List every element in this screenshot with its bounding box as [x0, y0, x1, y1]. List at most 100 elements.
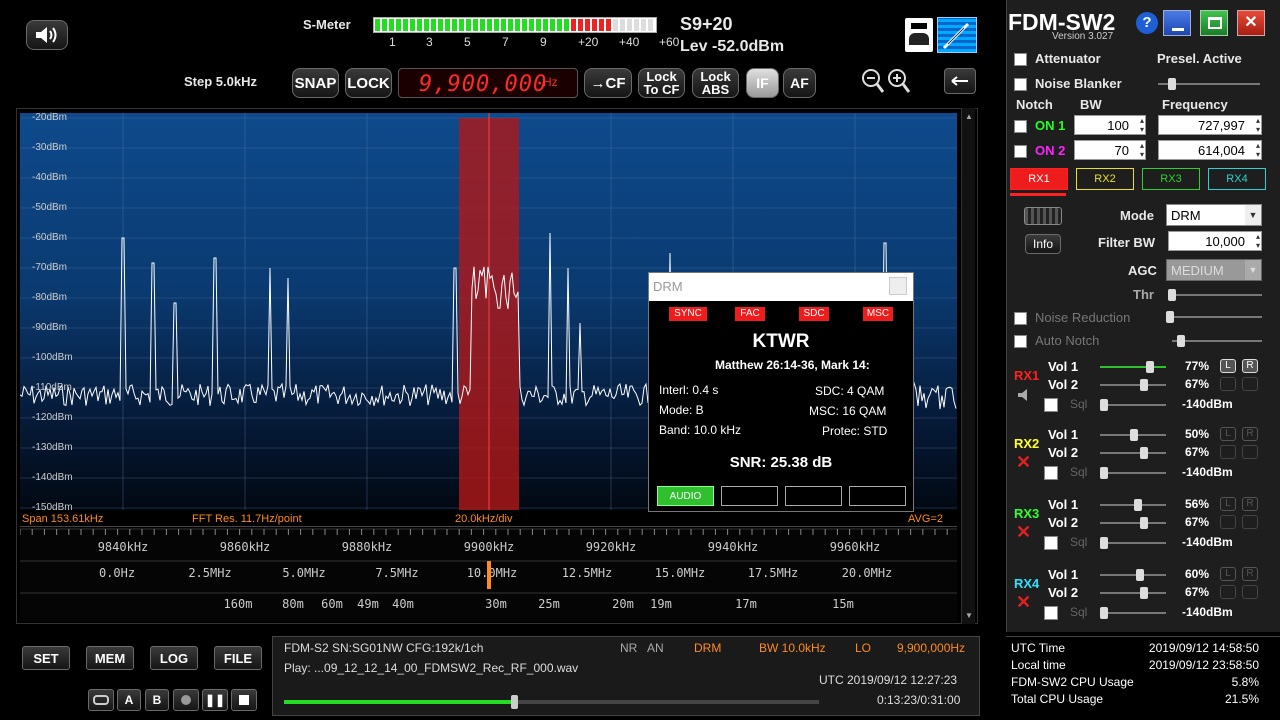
muted-icon[interactable]: ✕ [1016, 522, 1031, 543]
vol2-slider[interactable] [1100, 379, 1166, 391]
minimize-button[interactable] [1163, 10, 1191, 36]
noise-reduction-slider[interactable] [1166, 311, 1262, 323]
mem-button[interactable]: MEM [86, 646, 134, 670]
attenuator-checkbox[interactable] [1014, 53, 1027, 66]
file-button[interactable]: FILE [214, 646, 262, 670]
drm-service-2[interactable] [721, 486, 778, 506]
lock-abs-button[interactable]: Lock ABS [692, 68, 739, 98]
scale-scrollbar[interactable]: ▲ ▼ [961, 108, 975, 624]
pause-button[interactable]: ❚❚ [202, 689, 228, 711]
lock-to-cf-button[interactable]: Lock To CF [638, 68, 685, 98]
stop-button[interactable] [231, 689, 257, 711]
rx-tab-4[interactable]: RX4 [1208, 168, 1266, 190]
lock-button[interactable]: LOCK [345, 68, 392, 98]
muted-icon[interactable]: ✕ [1016, 592, 1031, 613]
thr-slider[interactable] [1168, 289, 1262, 301]
right-channel-2-button[interactable] [1242, 377, 1258, 391]
squelch-checkbox[interactable] [1044, 398, 1058, 412]
frequency-display[interactable]: 9,900,000 Hz [398, 68, 578, 98]
sql-slider[interactable] [1100, 399, 1166, 411]
left-channel-2-button[interactable] [1220, 585, 1236, 599]
drm-close-icon[interactable] [889, 277, 907, 295]
left-channel-button[interactable]: L [1220, 497, 1236, 511]
vol1-slider[interactable] [1100, 429, 1166, 441]
set-button[interactable]: SET [22, 646, 70, 670]
drm-titlebar[interactable]: DRM [649, 273, 913, 301]
log-button[interactable]: LOG [150, 646, 198, 670]
filter-bw-input[interactable]: 10,000 [1168, 231, 1262, 251]
sql-slider[interactable] [1100, 537, 1166, 549]
agc-select[interactable]: MEDIUM ▼ [1166, 259, 1262, 281]
sql-slider[interactable] [1100, 467, 1166, 479]
right-channel-button[interactable]: R [1242, 567, 1258, 581]
info-button[interactable]: Info [1025, 234, 1061, 254]
left-channel-2-button[interactable] [1220, 445, 1236, 459]
drm-audio-button[interactable]: AUDIO [657, 486, 714, 506]
arrow-left-button[interactable] [944, 68, 976, 94]
play-progress-thumb[interactable] [511, 695, 519, 709]
notch1-frequency[interactable]: 727,997 [1158, 115, 1262, 135]
notch1-bw[interactable]: 100 [1074, 115, 1146, 135]
speaker-button[interactable] [26, 20, 68, 50]
left-channel-button[interactable]: L [1220, 359, 1236, 373]
play-progress-track[interactable] [284, 695, 819, 709]
af-button[interactable]: AF [783, 68, 816, 98]
rx-tab-3[interactable]: RX3 [1142, 168, 1200, 190]
tuning-marker[interactable] [487, 561, 491, 589]
right-channel-button[interactable]: R [1242, 427, 1258, 441]
rx-tab-1[interactable]: RX1 [1010, 168, 1068, 190]
noise-reduction-checkbox[interactable] [1014, 312, 1027, 325]
speaker-icon[interactable] [1017, 388, 1031, 407]
left-channel-2-button[interactable] [1220, 377, 1236, 391]
loop-button[interactable] [88, 689, 114, 711]
notepad-icon[interactable] [905, 18, 933, 52]
right-channel-button[interactable]: R [1242, 359, 1258, 373]
notch2-checkbox[interactable] [1014, 145, 1027, 158]
left-channel-button[interactable]: L [1220, 427, 1236, 441]
noise-blanker-checkbox[interactable] [1014, 78, 1027, 91]
squelch-checkbox[interactable] [1044, 606, 1058, 620]
record-button[interactable] [173, 689, 199, 711]
drm-window[interactable]: DRM SYNC FAC SDC MSC KTWR Matthew 26:14-36,… [648, 272, 914, 512]
vol1-slider[interactable] [1100, 361, 1166, 373]
maximize-button[interactable] [1200, 10, 1228, 36]
drm-service-4[interactable] [849, 486, 906, 506]
mode-select[interactable]: DRM ▼ [1166, 204, 1262, 226]
vol2-slider[interactable] [1100, 447, 1166, 459]
right-channel-2-button[interactable] [1242, 585, 1258, 599]
muted-icon[interactable]: ✕ [1016, 452, 1031, 473]
zoom-in-icon[interactable] [887, 68, 911, 94]
vol2-slider[interactable] [1100, 517, 1166, 529]
waterfall-icon[interactable] [937, 17, 977, 53]
auto-notch-checkbox[interactable] [1014, 335, 1027, 348]
drm-msc: MSC: 16 QAM [809, 404, 887, 418]
spectrum-settings-icon[interactable] [1024, 207, 1062, 225]
zoom-out-icon[interactable] [861, 68, 885, 94]
vol1-slider[interactable] [1100, 499, 1166, 511]
cf-button[interactable]: →CF [584, 68, 632, 98]
a-button[interactable]: A [117, 689, 141, 711]
sql-slider[interactable] [1100, 607, 1166, 619]
vol1-slider[interactable] [1100, 569, 1166, 581]
left-channel-button[interactable]: L [1220, 567, 1236, 581]
auto-notch-slider[interactable] [1172, 335, 1262, 347]
notch2-bw[interactable]: 70 [1074, 140, 1146, 160]
rx-tab-2[interactable]: RX2 [1076, 168, 1134, 190]
noise-blanker-slider[interactable] [1158, 78, 1260, 90]
left-channel-2-button[interactable] [1220, 515, 1236, 529]
help-icon[interactable]: ? [1136, 12, 1158, 34]
snap-button[interactable]: SNAP [292, 68, 339, 98]
b-button[interactable]: B [145, 689, 169, 711]
if-button[interactable]: IF [746, 68, 779, 98]
drm-service-3[interactable] [785, 486, 842, 506]
right-channel-2-button[interactable] [1242, 445, 1258, 459]
frequency-scales[interactable]: 9840kHz 9860kHz 9880kHz 9900kHz 9920kHz 9940k… [20, 526, 957, 622]
vol2-slider[interactable] [1100, 587, 1166, 599]
notch1-checkbox[interactable] [1014, 120, 1027, 133]
close-button[interactable]: ✕ [1237, 10, 1265, 36]
squelch-checkbox[interactable] [1044, 536, 1058, 550]
right-channel-button[interactable]: R [1242, 497, 1258, 511]
right-channel-2-button[interactable] [1242, 515, 1258, 529]
squelch-checkbox[interactable] [1044, 466, 1058, 480]
notch2-frequency[interactable]: 614,004 [1158, 140, 1262, 160]
